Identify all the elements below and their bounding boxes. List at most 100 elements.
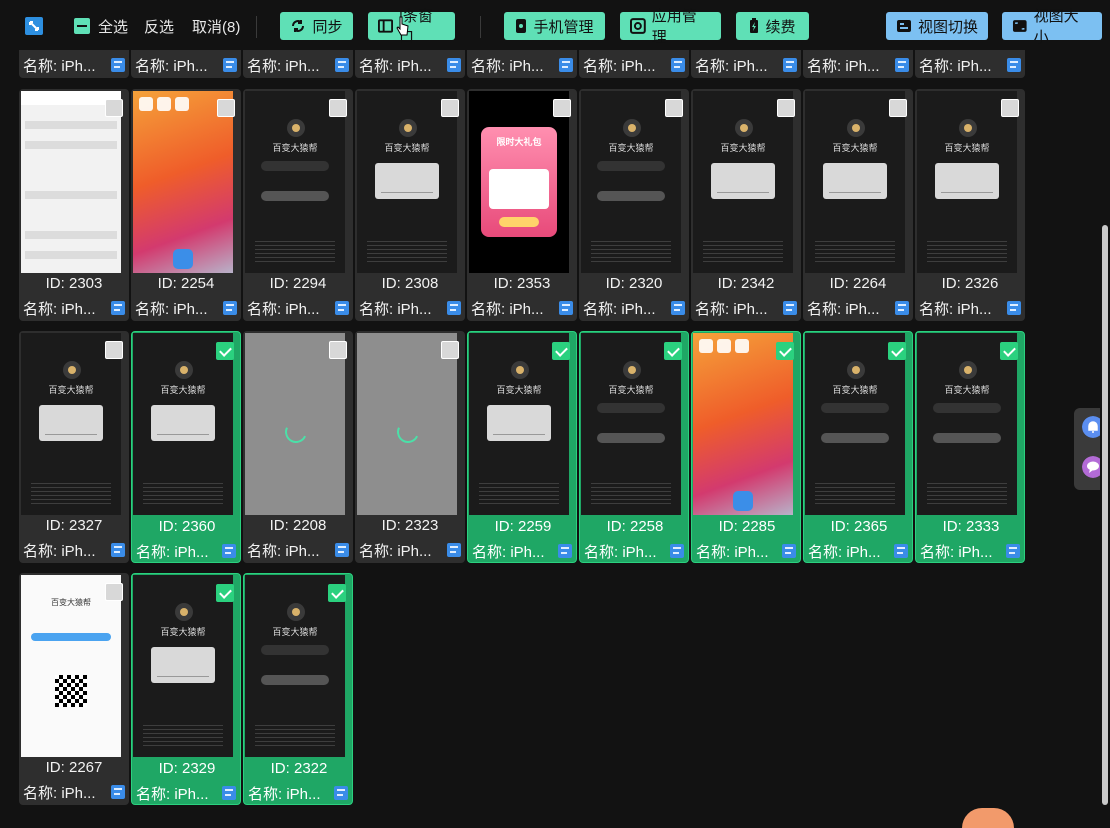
tile-checkbox[interactable] (217, 99, 235, 117)
device-screen[interactable]: 百变大猿帮 (581, 91, 681, 273)
multi-window-button[interactable]: |条窗口 (368, 8, 455, 46)
document-icon[interactable] (783, 58, 797, 72)
document-icon[interactable] (111, 58, 125, 72)
device-tile[interactable]: 百变大猿帮 ID: 2342 名称: iPh... (691, 89, 801, 321)
device-screen[interactable] (245, 333, 345, 515)
device-screen[interactable] (133, 91, 233, 273)
device-screen[interactable] (21, 91, 121, 273)
view-size-button[interactable]: 视图大小 (1002, 8, 1102, 46)
device-screen[interactable]: 百变大猿帮 (805, 333, 905, 515)
tile-checkbox[interactable] (441, 99, 459, 117)
device-tile[interactable]: 百变大猿帮 ID: 2267 名称: iPh... (19, 573, 129, 805)
document-icon[interactable] (1006, 544, 1020, 558)
document-icon[interactable] (223, 58, 237, 72)
scrollbar-thumb[interactable] (1102, 225, 1108, 805)
device-tile[interactable]: 百变大猿帮 ID: 2360 名称: iPh... (131, 331, 241, 563)
document-icon[interactable] (559, 301, 573, 315)
device-screen[interactable]: 百变大猿帮 (693, 91, 793, 273)
document-icon[interactable] (783, 301, 797, 315)
renew-button[interactable]: 续费 (736, 12, 809, 40)
tile-checkbox[interactable] (1001, 99, 1019, 117)
tile-checkbox[interactable] (888, 342, 906, 360)
tile-checkbox[interactable] (329, 99, 347, 117)
device-screen[interactable] (693, 333, 793, 515)
device-tile[interactable]: 百变大猿帮 ID: 2308 名称: iPh... (355, 89, 465, 321)
device-screen[interactable]: 百变大猿帮 (581, 333, 681, 515)
document-icon[interactable] (782, 544, 796, 558)
device-screen[interactable]: 百变大猿帮 (245, 575, 345, 757)
document-icon[interactable] (670, 544, 684, 558)
tile-checkbox[interactable] (441, 341, 459, 359)
document-icon[interactable] (558, 544, 572, 558)
tile-checkbox[interactable] (216, 584, 234, 602)
device-tile[interactable]: 百变大猿帮 ID: 2259 名称: iPh... (467, 331, 577, 563)
document-icon[interactable] (111, 543, 125, 557)
document-icon[interactable] (447, 301, 461, 315)
device-screen[interactable]: 百变大猿帮 (21, 575, 121, 757)
device-tile[interactable]: 百变大猿帮 ID: 2322 名称: iPh... (243, 573, 353, 805)
tile-checkbox[interactable] (105, 99, 123, 117)
device-tile[interactable]: ID: 2208 名称: iPh... (243, 331, 353, 563)
device-tile[interactable]: 百变大猿帮 ID: 2327 名称: iPh... (19, 331, 129, 563)
cancel-selection-button[interactable]: 取消(8) (192, 12, 240, 40)
device-tile[interactable]: 百变大猿帮 ID: 2294 名称: iPh... (243, 89, 353, 321)
device-screen[interactable]: 百变大猿帮 (133, 575, 233, 757)
tile-checkbox[interactable] (328, 584, 346, 602)
document-icon[interactable] (111, 785, 125, 799)
tile-checkbox[interactable] (105, 583, 123, 601)
device-screen[interactable]: 百变大猿帮 (357, 91, 457, 273)
sync-button[interactable]: 同步 (280, 12, 353, 40)
device-tile[interactable]: 百变大猿帮 ID: 2320 名称: iPh... (579, 89, 689, 321)
document-icon[interactable] (335, 543, 349, 557)
document-icon[interactable] (223, 301, 237, 315)
document-icon[interactable] (335, 301, 349, 315)
document-icon[interactable] (222, 544, 236, 558)
tile-checkbox[interactable] (216, 342, 234, 360)
document-icon[interactable] (111, 301, 125, 315)
document-icon[interactable] (447, 58, 461, 72)
tile-checkbox[interactable] (664, 342, 682, 360)
tile-checkbox[interactable] (665, 99, 683, 117)
device-screen[interactable]: 百变大猿帮 (21, 333, 121, 515)
device-screen[interactable]: 百变大猿帮 (805, 91, 905, 273)
tile-checkbox[interactable] (1000, 342, 1018, 360)
tile-checkbox[interactable] (552, 342, 570, 360)
document-icon[interactable] (895, 301, 909, 315)
device-tile[interactable]: 百变大猿帮 ID: 2264 名称: iPh... (803, 89, 913, 321)
device-tile[interactable]: ID: 2323 名称: iPh... (355, 331, 465, 563)
device-tile[interactable]: 百变大猿帮 ID: 2333 名称: iPh... (915, 331, 1025, 563)
select-all[interactable]: 全选 (74, 12, 128, 40)
device-tile[interactable]: 百变大猿帮 ID: 2329 名称: iPh... (131, 573, 241, 805)
expand-icon[interactable] (24, 16, 44, 36)
document-icon[interactable] (334, 786, 348, 800)
device-tile[interactable]: ID: 2285 名称: iPh... (691, 331, 801, 563)
document-icon[interactable] (559, 58, 573, 72)
device-screen[interactable]: 百变大猿帮 (469, 333, 569, 515)
document-icon[interactable] (894, 544, 908, 558)
phone-manage-button[interactable]: 手机管理 (504, 12, 605, 40)
document-icon[interactable] (447, 543, 461, 557)
tile-checkbox[interactable] (776, 342, 794, 360)
device-tile[interactable]: ID: 2303 名称: iPh... (19, 89, 129, 321)
document-icon[interactable] (222, 786, 236, 800)
document-icon[interactable] (671, 58, 685, 72)
document-icon[interactable] (335, 58, 349, 72)
mascot-icon[interactable] (962, 808, 1014, 828)
tile-checkbox[interactable] (105, 341, 123, 359)
device-screen[interactable]: 百变大猿帮 (917, 333, 1017, 515)
device-screen[interactable]: 百变大猿帮 (917, 91, 1017, 273)
app-manage-button[interactable]: 应用管理 (620, 8, 721, 46)
document-icon[interactable] (1007, 301, 1021, 315)
tile-checkbox[interactable] (777, 99, 795, 117)
device-screen[interactable]: 百变大猿帮 (133, 333, 233, 515)
document-icon[interactable] (671, 301, 685, 315)
device-screen[interactable] (357, 333, 457, 515)
view-switch-button[interactable]: 视图切换 (886, 12, 988, 40)
device-tile[interactable]: 百变大猿帮 ID: 2326 名称: iPh... (915, 89, 1025, 321)
document-icon[interactable] (895, 58, 909, 72)
tile-checkbox[interactable] (553, 99, 571, 117)
document-icon[interactable] (1007, 58, 1021, 72)
tile-checkbox[interactable] (889, 99, 907, 117)
invert-selection-button[interactable]: 反选 (144, 12, 174, 40)
tile-checkbox[interactable] (329, 341, 347, 359)
